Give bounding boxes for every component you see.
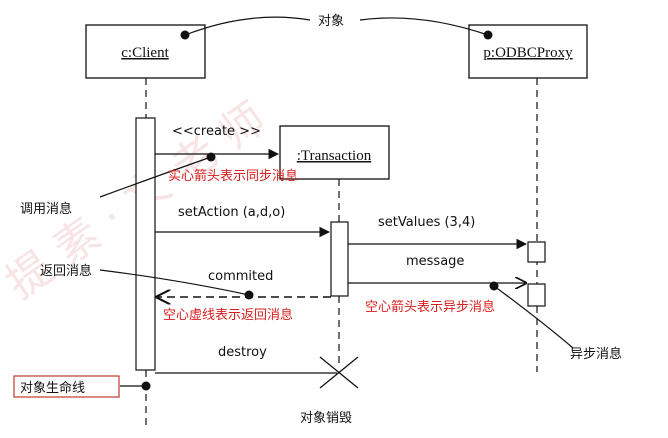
set-values-message-label: setValues (3,4) <box>378 215 475 230</box>
transaction-object-label: :Transaction <box>297 148 372 164</box>
set-action-message-label: setAction (a,d,o) <box>178 205 285 220</box>
client-object-label: c:Client <box>121 45 169 61</box>
return-message-label: commited <box>208 269 273 284</box>
destroy-message-label: destroy <box>218 345 267 360</box>
sync-arrow-note: 实心箭头表示同步消息 <box>168 168 298 184</box>
async-pointer-dot <box>489 281 499 291</box>
proxy-activation-1 <box>527 241 546 263</box>
sequence-diagram: 提 素 · 文 老 师 c:Client p:ODBCProxy :Transa… <box>0 14 622 426</box>
async-message-label: message <box>406 254 464 269</box>
destroy-object-annotation: 对象销毁 <box>300 411 352 426</box>
proxy-pointer-dot <box>483 30 493 40</box>
proxy-object-label: p:ODBCProxy <box>483 45 573 61</box>
lifeline-annotation: 对象生命线 <box>20 380 85 396</box>
create-message-label: <<create >> <box>172 124 261 139</box>
call-message-annotation: 调用消息 <box>20 201 72 217</box>
proxy-activation-2 <box>527 283 546 307</box>
sync-pointer-dot <box>206 152 216 162</box>
client-pointer-dot <box>180 30 190 40</box>
dashed-return-note: 空心虚线表示返回消息 <box>163 307 293 323</box>
lifeline-pointer-dot <box>141 381 151 391</box>
async-arrow-note: 空心箭头表示异步消息 <box>365 299 495 315</box>
async-message-annotation: 异步消息 <box>570 346 622 362</box>
return-message-annotation: 返回消息 <box>40 263 92 279</box>
client-activation-bar <box>135 117 156 371</box>
object-annotation: 对象 <box>318 14 344 29</box>
transaction-activation-bar <box>330 221 349 297</box>
return-pointer-dot <box>244 290 254 300</box>
